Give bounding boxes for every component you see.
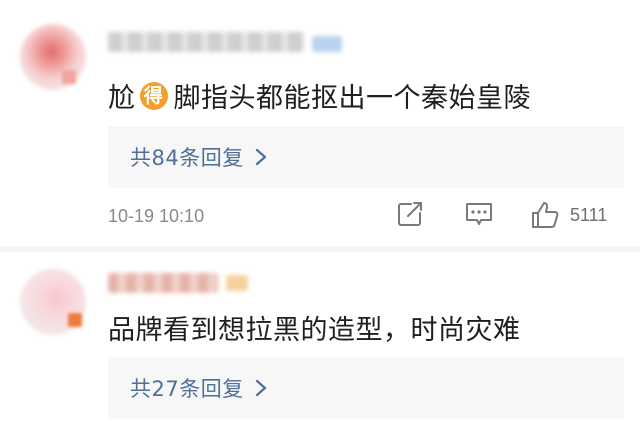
username-blurred[interactable] bbox=[108, 273, 218, 293]
comment-button[interactable] bbox=[464, 200, 494, 228]
username-blurred[interactable] bbox=[108, 32, 304, 52]
view-replies-button[interactable]: 共84条回复 bbox=[108, 126, 624, 188]
like-button[interactable]: 5111 bbox=[530, 200, 607, 230]
comment-text-part: 尬 bbox=[108, 83, 136, 114]
comment-timestamp: 10-19 10:10 bbox=[108, 206, 205, 226]
like-count: 5111 bbox=[570, 204, 608, 225]
avatar[interactable] bbox=[20, 24, 86, 90]
replies-count-label: 共84条回复 bbox=[130, 146, 244, 170]
like-icon bbox=[532, 202, 559, 228]
comment-text: 尬 得 脚指头都能抠出一个秦始皇陵 bbox=[108, 76, 531, 115]
user-level-tag bbox=[312, 36, 342, 52]
share-button[interactable] bbox=[396, 200, 424, 228]
replies-count-label: 共27条回复 bbox=[130, 377, 244, 401]
chevron-right-icon bbox=[255, 148, 266, 166]
de-emoji-icon: 得 bbox=[139, 81, 168, 110]
comment-feed: 尬 得 脚指头都能抠出一个秦始皇陵 共84条回复 10-19 10:10 511… bbox=[0, 0, 640, 428]
avatar-badge bbox=[62, 70, 76, 84]
view-replies-button[interactable]: 共27条回复 bbox=[108, 357, 624, 419]
avatar-badge bbox=[68, 313, 82, 327]
comment-text-part: 脚指头都能抠出一个秦始皇陵 bbox=[173, 83, 531, 114]
share-icon bbox=[398, 202, 422, 226]
comment-text: 品牌看到想拉黑的造型，时尚灾难 bbox=[108, 315, 521, 346]
comment-divider bbox=[0, 246, 640, 252]
chevron-right-icon bbox=[255, 379, 266, 397]
user-level-tag bbox=[226, 275, 248, 291]
comment-item: 尬 得 脚指头都能抠出一个秦始皇陵 共84条回复 10-19 10:10 511… bbox=[0, 0, 640, 252]
comment-item: 品牌看到想拉黑的造型，时尚灾难 共27条回复 bbox=[0, 253, 640, 428]
comment-icon bbox=[466, 203, 492, 225]
